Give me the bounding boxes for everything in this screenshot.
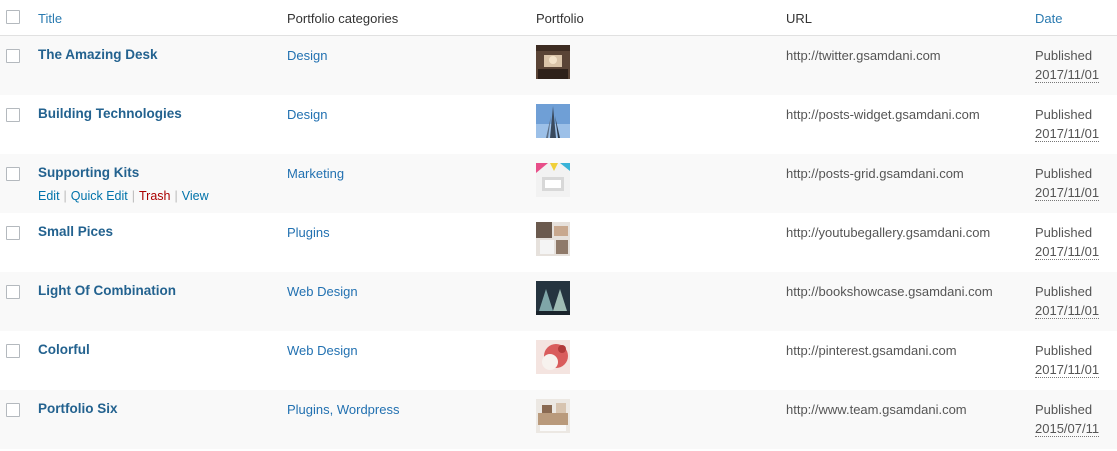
publish-status: Published: [1035, 402, 1093, 417]
column-date-sort[interactable]: Date: [1035, 11, 1062, 26]
trash-link[interactable]: Trash: [139, 189, 171, 203]
select-all-checkbox[interactable]: [6, 10, 20, 24]
column-categories: Portfolio categories: [287, 11, 399, 26]
portfolio-thumbnail[interactable]: [536, 222, 570, 256]
category-link[interactable]: Marketing: [287, 166, 344, 181]
column-url: URL: [786, 11, 813, 26]
portfolio-url: http://posts-widget.gsamdani.com: [786, 107, 980, 122]
table-row: Small Pices Plugins http://youtubegaller…: [0, 213, 1117, 272]
post-title-link[interactable]: The Amazing Desk: [38, 47, 158, 62]
publish-status: Published: [1035, 343, 1093, 358]
row-checkbox[interactable]: [6, 167, 20, 181]
post-title-link[interactable]: Colorful: [38, 342, 90, 357]
publish-status: Published: [1035, 107, 1093, 122]
category-link[interactable]: Plugins: [287, 225, 330, 240]
portfolio-thumbnail[interactable]: [536, 399, 570, 433]
row-checkbox[interactable]: [6, 285, 20, 299]
portfolio-thumbnail[interactable]: [536, 340, 570, 374]
publish-date: 2017/11/01: [1035, 362, 1100, 378]
action-separator: |: [131, 189, 136, 203]
publish-date: 2017/11/01: [1035, 303, 1100, 319]
portfolio-thumbnail[interactable]: [536, 281, 570, 315]
portfolio-url: http://pinterest.gsamdani.com: [786, 343, 957, 358]
row-checkbox[interactable]: [6, 108, 20, 122]
table-row: Supporting Kits Edit | Quick Edit | Trash | Vi…: [0, 154, 1117, 213]
quick-edit-link[interactable]: Quick Edit: [71, 189, 128, 203]
portfolio-thumbnail[interactable]: [536, 45, 570, 79]
category-link[interactable]: Web Design: [287, 284, 358, 299]
publish-date: 2017/11/01: [1035, 67, 1100, 83]
action-separator: |: [174, 189, 178, 203]
portfolio-thumbnail[interactable]: [536, 104, 570, 138]
category-link[interactable]: Web Design: [287, 343, 358, 358]
category-link[interactable]: Design: [287, 107, 327, 122]
publish-date: 2017/11/01: [1035, 244, 1100, 260]
table-header: Title Portfolio categories Portfolio URL…: [0, 0, 1117, 36]
portfolio-url: http://bookshowcase.gsamdani.com: [786, 284, 993, 299]
column-portfolio: Portfolio: [536, 11, 584, 26]
edit-link[interactable]: Edit: [38, 189, 60, 203]
row-checkbox[interactable]: [6, 344, 20, 358]
view-link[interactable]: View: [182, 189, 209, 203]
row-checkbox[interactable]: [6, 49, 20, 63]
row-checkbox[interactable]: [6, 403, 20, 417]
table-row: Colorful Web Design http://pinterest.gsa…: [0, 331, 1117, 390]
action-separator: |: [63, 189, 67, 203]
publish-status: Published: [1035, 166, 1093, 181]
post-title-link[interactable]: Portfolio Six: [38, 401, 118, 416]
publish-status: Published: [1035, 225, 1093, 240]
category-link[interactable]: Design: [287, 48, 327, 63]
table-row: Building Technologies Design http://post…: [0, 95, 1117, 154]
row-checkbox[interactable]: [6, 226, 20, 240]
portfolio-url: http://youtubegallery.gsamdani.com: [786, 225, 991, 240]
post-title-link[interactable]: Light Of Combination: [38, 283, 176, 298]
portfolio-url: http://www.team.gsamdani.com: [786, 402, 967, 417]
table-row: Light Of Combination Web Design http://b…: [0, 272, 1117, 331]
table-row: Portfolio Six Plugins, Wordpress http://…: [0, 390, 1117, 449]
post-title-link[interactable]: Supporting Kits: [38, 165, 139, 180]
portfolio-list-table: Title Portfolio categories Portfolio URL…: [0, 0, 1117, 449]
publish-date: 2017/11/01: [1035, 185, 1100, 201]
portfolio-url: http://posts-grid.gsamdani.com: [786, 166, 964, 181]
table-row: The Amazing Desk Design http://twitter.g…: [0, 36, 1117, 95]
category-link[interactable]: Plugins, Wordpress: [287, 402, 399, 417]
publish-date: 2015/07/11: [1035, 421, 1100, 437]
post-title-link[interactable]: Building Technologies: [38, 106, 182, 121]
row-actions: Edit | Quick Edit | Trash | View: [38, 189, 209, 203]
publish-date: 2017/11/01: [1035, 126, 1100, 142]
portfolio-url: http://twitter.gsamdani.com: [786, 48, 941, 63]
column-title-sort[interactable]: Title: [38, 11, 62, 26]
publish-status: Published: [1035, 284, 1093, 299]
portfolio-thumbnail[interactable]: [536, 163, 570, 197]
post-title-link[interactable]: Small Pices: [38, 224, 113, 239]
publish-status: Published: [1035, 48, 1093, 63]
